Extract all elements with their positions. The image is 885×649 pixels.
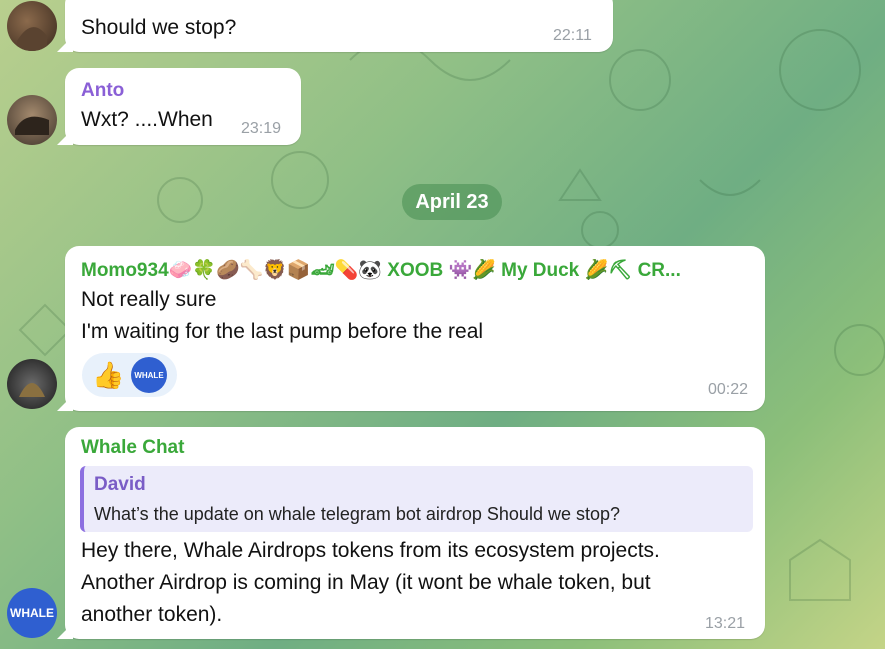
- thumbs-up-reaction[interactable]: 👍: [92, 360, 124, 391]
- avatar[interactable]: [7, 359, 57, 409]
- avatar-image: [17, 27, 47, 51]
- reply-quote[interactable]: David What’s the update on whale telegra…: [80, 466, 753, 532]
- message-line: Not really sure: [81, 288, 217, 311]
- message-line: Hey there, Whale Airdrops tokens from it…: [81, 539, 660, 562]
- date-separator: April 23: [402, 184, 502, 220]
- sender-name[interactable]: Momo934🧼🍀🥔🦴🦁📦🏎💊🐼 XOOB 👾🌽 My Duck 🌽⛏ CR..…: [81, 258, 681, 282]
- message-bubble[interactable]: Whale Chat Hey there, Whale Airdrops tok…: [65, 427, 765, 639]
- message-bubble[interactable]: Should we stop? 22:11: [65, 0, 613, 52]
- avatar[interactable]: [7, 95, 57, 145]
- message-line: Another Airdrop is coming in May (it won…: [81, 571, 651, 594]
- reply-author: David: [94, 474, 146, 495]
- message-bubble[interactable]: Anto Wxt? ....When 23:19: [65, 68, 301, 145]
- message-time: 23:19: [241, 120, 282, 137]
- reactions-bar[interactable]: 👍 WHALE: [82, 353, 177, 397]
- message-time: 22:11: [553, 27, 592, 44]
- message-time: 13:21: [705, 615, 746, 632]
- avatar[interactable]: [7, 1, 57, 51]
- message-text: Should we stop?: [81, 16, 237, 39]
- message-line: I'm waiting for the last pump before the…: [81, 320, 484, 343]
- reply-text: What’s the update on whale telegram bot …: [94, 504, 620, 524]
- sender-name[interactable]: Anto: [81, 80, 124, 102]
- avatar-label: WHALE: [10, 606, 54, 620]
- avatar-image: [15, 116, 49, 135]
- message-time: 00:22: [708, 381, 749, 398]
- whale-avatar-reaction[interactable]: WHALE: [131, 357, 167, 393]
- avatar-image: [19, 383, 45, 397]
- message-text: Wxt? ....When: [81, 108, 213, 131]
- message-line: another token).: [81, 603, 223, 626]
- avatar[interactable]: WHALE: [7, 588, 57, 638]
- sender-name[interactable]: Whale Chat: [81, 437, 184, 459]
